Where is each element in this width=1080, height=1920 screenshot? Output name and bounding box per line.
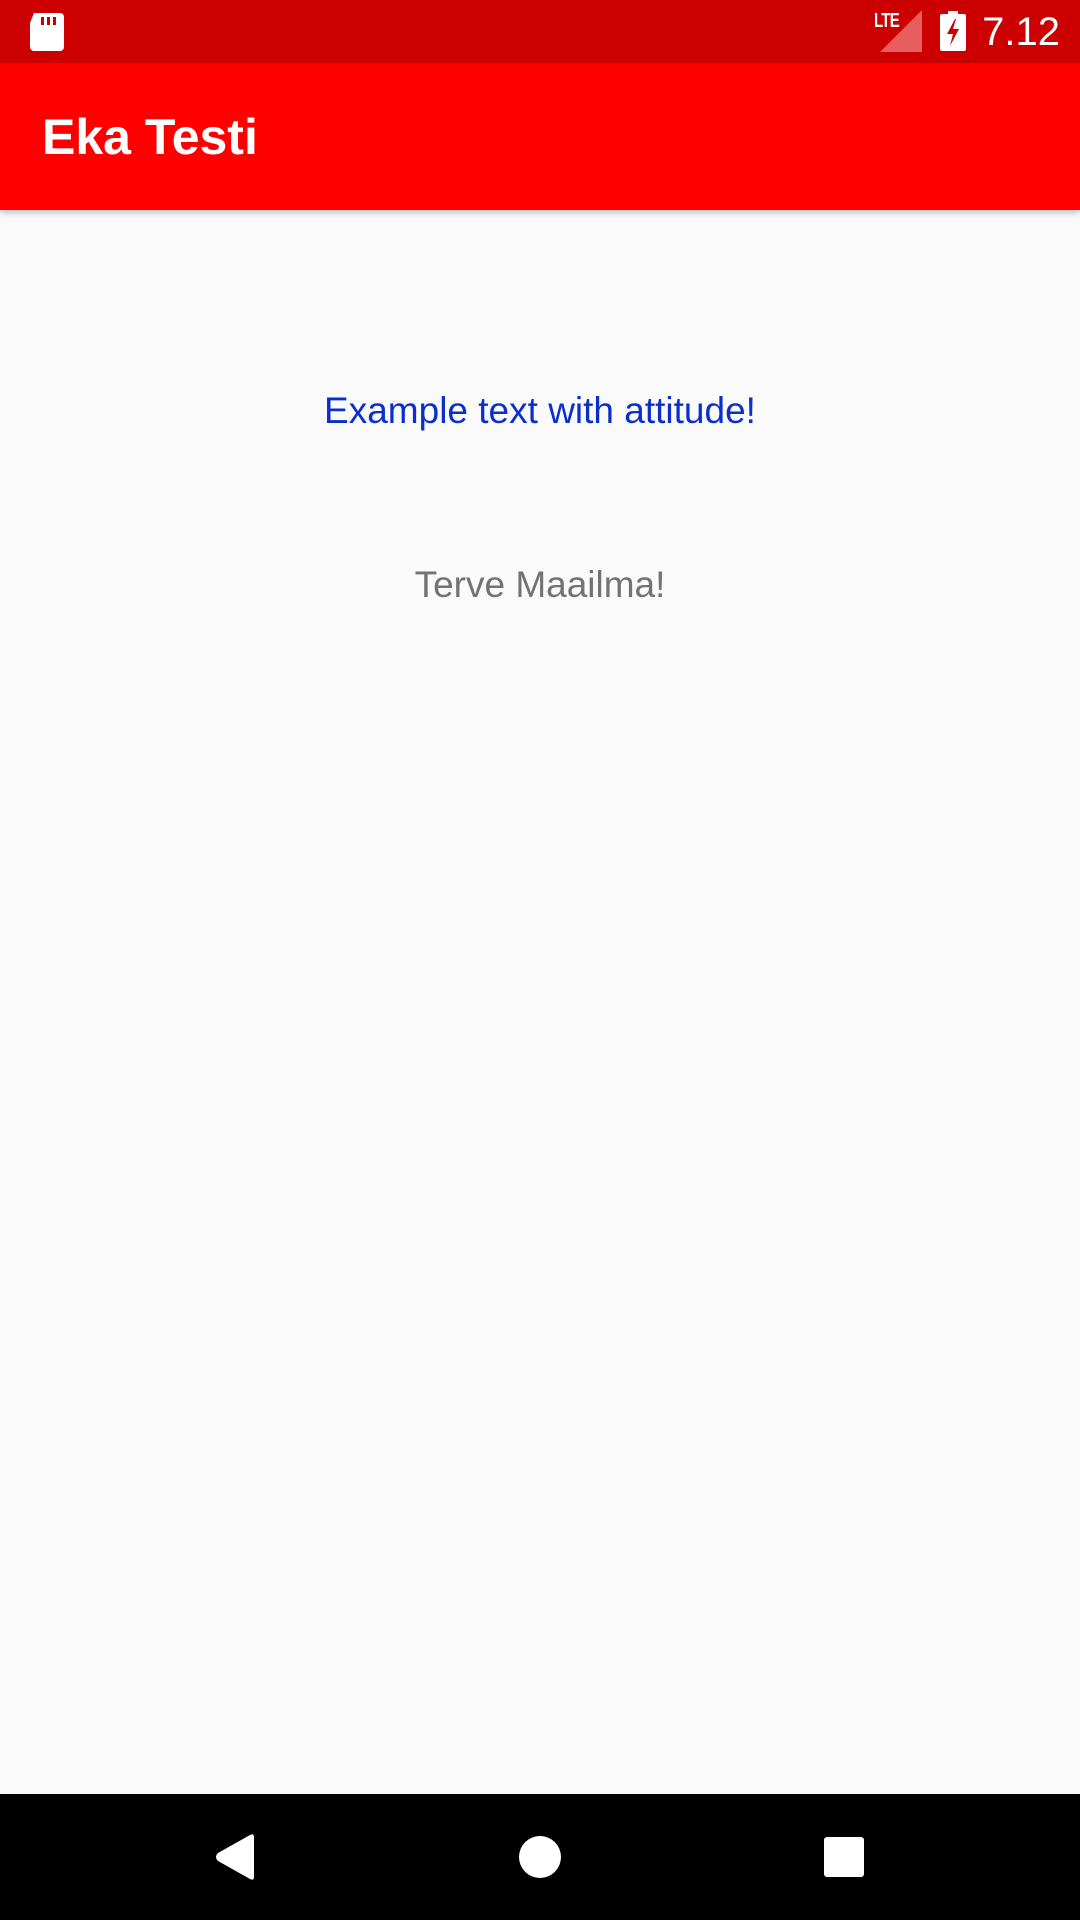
back-icon: [216, 1834, 254, 1880]
back-button[interactable]: [203, 1824, 269, 1890]
home-icon: [519, 1836, 561, 1878]
hello-text: Terve Maailma!: [414, 564, 666, 605]
recents-button[interactable]: [811, 1824, 877, 1890]
status-bar: LTE 7.12: [0, 0, 1080, 63]
attitude-text: Example text with attitude!: [324, 390, 756, 431]
app-screen: LTE 7.12 Eka Testi Example text with att…: [0, 0, 1080, 1920]
navigation-bar: [0, 1794, 1080, 1920]
app-bar: Eka Testi: [0, 63, 1080, 210]
network-type-label: LTE: [874, 10, 900, 32]
app-title: Eka Testi: [42, 109, 258, 165]
home-button[interactable]: [507, 1824, 573, 1890]
sd-card-icon: [30, 13, 64, 51]
battery-charging-icon: [940, 11, 966, 51]
status-clock: 7.12: [982, 10, 1060, 54]
recents-icon: [824, 1837, 864, 1877]
main-content: Example text with attitude! Terve Maailm…: [0, 210, 1080, 1794]
